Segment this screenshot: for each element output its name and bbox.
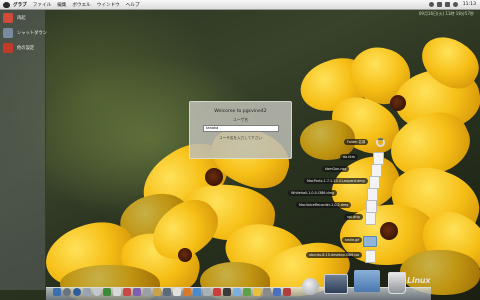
app-icon-maroon[interactable] [283,288,291,296]
loading-spinner-icon [376,138,385,147]
app-icon-blue[interactable] [233,288,241,296]
dashboard-icon[interactable] [63,288,71,296]
app-icon-red[interactable] [213,288,221,296]
stack-item-label[interactable]: Whitehall-1.0.0-i386.dmg [288,190,338,196]
photo-icon[interactable] [143,288,151,296]
login-dialog: Welcome to pgcvine42 ユーザ名 tanaka ユーザ名を入力… [189,101,292,159]
itunes-icon[interactable] [133,288,141,296]
restart-icon [3,13,13,23]
preview-icon[interactable] [153,288,161,296]
login-hint: ユーザ名を入力して下さい [219,136,262,140]
textedit-icon[interactable] [173,288,181,296]
stack-item-label[interactable]: ubuntu-8.10-desktop-i386.iso [306,252,363,258]
folder-icon[interactable] [363,236,377,247]
login-options-sidebar: 再起 シャットダウン 他の設定 [0,10,48,290]
downloads-stack-icon[interactable] [354,270,380,292]
sidebar-item-settings[interactable]: 他の設定 [0,41,45,55]
username-input[interactable]: tanaka [203,125,279,132]
status-menus: 11:13 [428,0,476,9]
spotlight-icon[interactable] [452,2,458,7]
username-label: ユーザ名 [232,117,249,122]
clock-icon[interactable] [93,288,101,296]
stack-item-label[interactable]: aa.htm [340,154,359,160]
menu-item-app[interactable]: グラブ [13,2,27,8]
address-book-icon[interactable] [113,288,121,296]
firefox-icon[interactable] [183,288,191,296]
volume-icon[interactable] [436,2,442,7]
sidebar-item-shutdown[interactable]: シャットダウン [0,26,48,40]
wifi-icon[interactable] [428,2,434,7]
document-icon[interactable] [365,250,376,263]
stack-item-label[interactable]: kbmGon.nsg [322,166,350,172]
activity-monitor-icon[interactable] [223,288,231,296]
finder-icon[interactable] [53,288,61,296]
sidebar-item-label: シャットダウン [17,31,48,36]
login-title: Welcome to pgcvine42 [214,109,267,114]
stack-item-label[interactable]: smile.gif [342,237,363,243]
app-icon-navy[interactable] [273,288,281,296]
menu-item-bowel[interactable]: ボウエル [72,2,90,8]
desktop-date-text: 09月16日(火) 11時 18分57秒 [418,11,474,16]
settings-icon [3,43,13,53]
terminal-icon[interactable] [163,288,171,296]
menu-item-window[interactable]: ウインドウ [97,2,120,8]
app-icon-gray[interactable] [263,288,271,296]
battery-icon[interactable] [444,2,450,7]
apple-menu-icon[interactable] [3,1,10,8]
calendar-icon[interactable] [123,288,131,296]
stack-item-label[interactable]: xpi.dng [344,214,363,220]
sidebar-item-label: 再起 [17,16,26,21]
menu-clock[interactable]: 11:13 [463,2,476,7]
menu-item-help[interactable]: ヘルプ [126,2,140,8]
brand-watermark: Linux [407,276,431,285]
trash-icon[interactable] [388,272,406,294]
app-icon-green[interactable] [243,288,251,296]
document-icon[interactable] [365,212,376,225]
safari-icon[interactable] [73,288,81,296]
menu-item-edit[interactable]: 編集 [57,2,66,8]
menu-item-file[interactable]: ファイル [33,2,51,8]
mail-icon[interactable] [83,288,91,296]
time-machine-icon[interactable] [302,278,319,295]
menu-bar: グラブ ファイル 編集 ボウエル ウインドウ ヘルプ 11:13 [0,0,480,10]
ichat-icon[interactable] [103,288,111,296]
stack-item-label[interactable]: MacVoiceRecorder-1.0.2.dmg [296,202,352,208]
shutdown-icon [3,28,13,38]
sidebar-item-label: 他の設定 [17,46,35,51]
stack-header: Folder 名前 [344,139,369,145]
app-icon-yellow[interactable] [253,288,261,296]
display-icon[interactable] [324,274,348,294]
app-store-icon[interactable] [193,288,201,296]
sidebar-item-restart[interactable]: 再起 [0,11,45,25]
system-prefs-icon[interactable] [203,288,211,296]
stack-item-label[interactable]: MacPorts-1.7.1-10.5-Leopard.dmg [304,178,368,184]
